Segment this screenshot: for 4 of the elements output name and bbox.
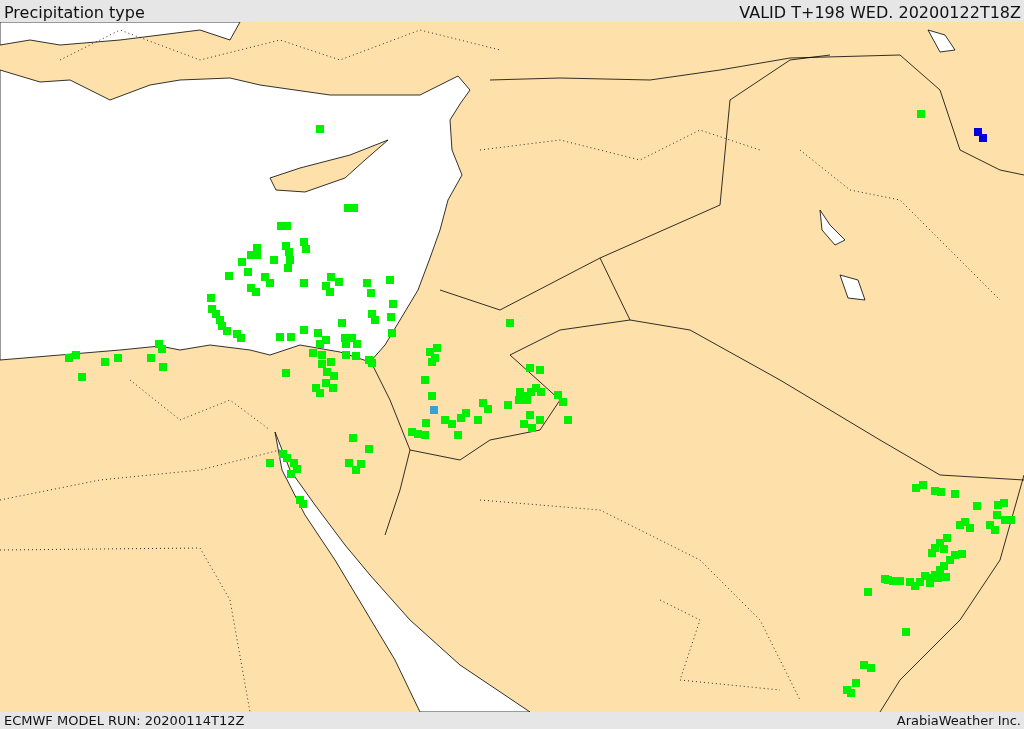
credit: ArabiaWeather Inc. <box>896 713 1021 728</box>
model-run: ECMWF MODEL RUN: 20200114T12Z <box>4 713 245 728</box>
map-title: Precipitation type <box>4 4 145 22</box>
valid-time: VALID T+198 WED. 20200122T18Z <box>739 4 1021 22</box>
